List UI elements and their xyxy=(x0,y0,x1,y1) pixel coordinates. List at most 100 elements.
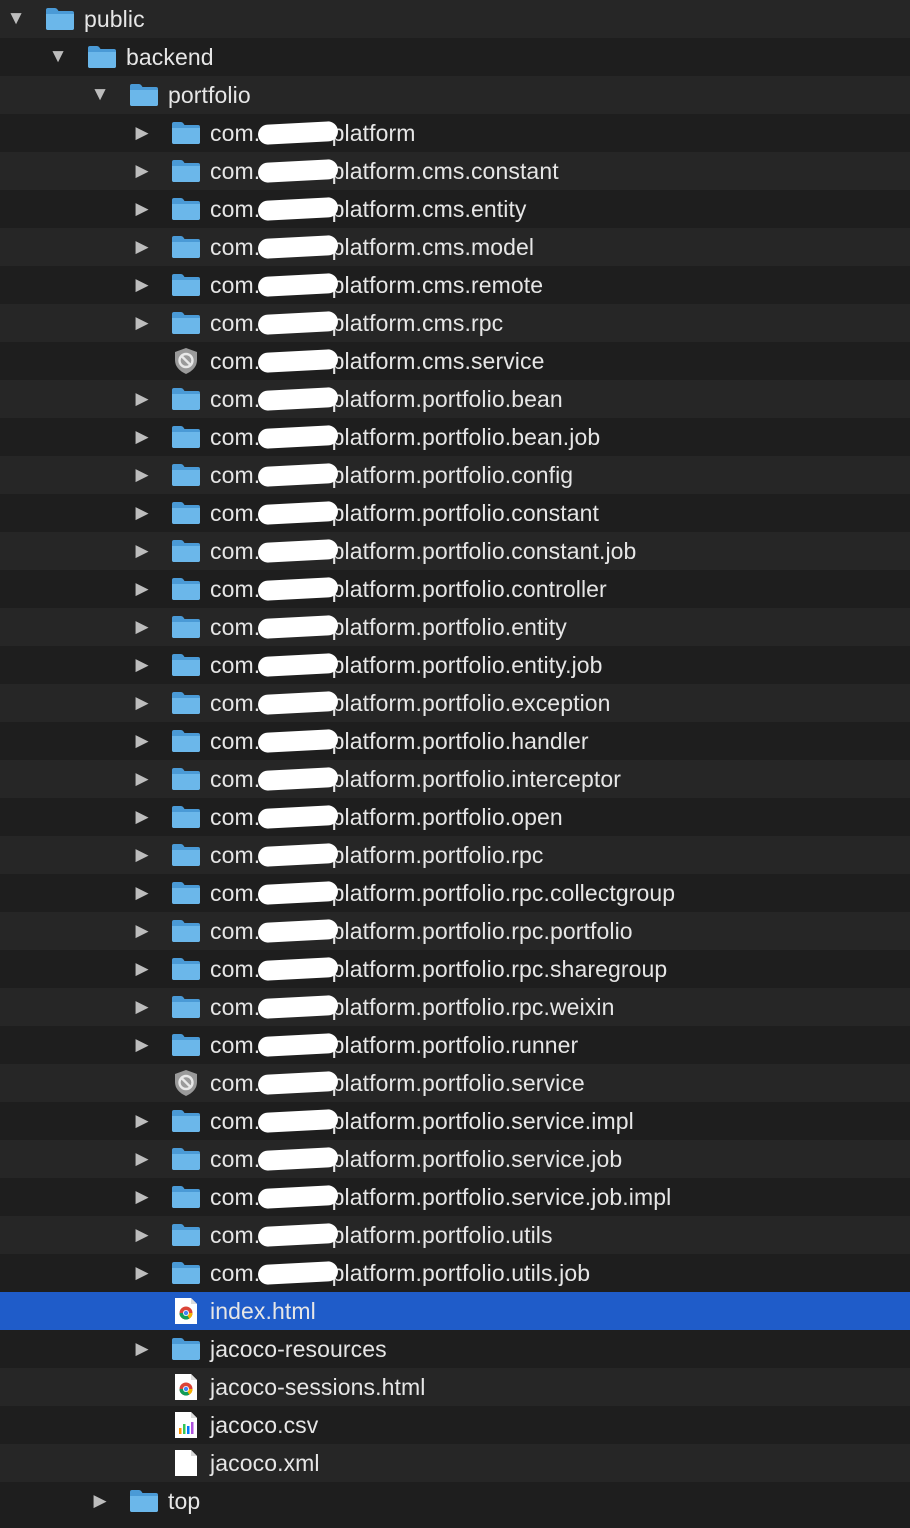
disclosure-collapsed-icon[interactable]: ▶ xyxy=(130,1026,154,1064)
disclosure-collapsed-icon[interactable]: ▶ xyxy=(130,836,154,874)
tree-row-folder[interactable]: ▶ com. .platform.cms.remote xyxy=(0,266,910,304)
redaction-mark xyxy=(257,386,339,412)
tree-row-folder[interactable]: ▶ com. .platform.portfolio.service.impl xyxy=(0,1102,910,1140)
tree-row-folder[interactable]: ▼ portfolio xyxy=(0,76,910,114)
redaction-mark xyxy=(257,728,339,754)
redaction-mark xyxy=(257,842,339,868)
tree-row-folder[interactable]: ▶ com. .platform.portfolio.utils.job xyxy=(0,1254,910,1292)
tree-row-folder[interactable]: ▶ jacoco-resources xyxy=(0,1330,910,1368)
redaction-mark xyxy=(257,158,339,184)
tree-row-folder[interactable]: ▶ com. .platform.portfolio.rpc xyxy=(0,836,910,874)
tree-row-folder[interactable]: ▶ com. .platform.cms.model xyxy=(0,228,910,266)
folder-icon xyxy=(171,722,201,760)
disclosure-collapsed-icon[interactable]: ▶ xyxy=(130,798,154,836)
tree-row-folder[interactable]: ▶ com. .platform.portfolio.bean.job xyxy=(0,418,910,456)
disclosure-collapsed-icon[interactable]: ▶ xyxy=(130,380,154,418)
disclosure-collapsed-icon[interactable]: ▶ xyxy=(130,228,154,266)
folder-icon xyxy=(171,114,201,152)
disclosure-collapsed-icon[interactable]: ▶ xyxy=(130,152,154,190)
disclosure-collapsed-icon[interactable]: ▶ xyxy=(130,1216,154,1254)
folder-icon xyxy=(171,494,201,532)
folder-icon xyxy=(45,0,75,38)
redaction-mark xyxy=(257,576,339,602)
disclosure-collapsed-icon[interactable]: ▶ xyxy=(130,532,154,570)
tree-row-file[interactable]: com. .platform.portfolio.service xyxy=(0,1064,910,1102)
tree-row-folder[interactable]: ▶ com. .platform.portfolio.rpc.collectgro… xyxy=(0,874,910,912)
tree-row-file[interactable]: index.html xyxy=(0,1292,910,1330)
tree-row-file[interactable]: jacoco.xml xyxy=(0,1444,910,1482)
folder-icon xyxy=(171,304,201,342)
disclosure-collapsed-icon[interactable]: ▶ xyxy=(130,988,154,1026)
disclosure-expanded-icon[interactable]: ▼ xyxy=(46,38,70,76)
disclosure-collapsed-icon[interactable]: ▶ xyxy=(88,1482,112,1520)
tree-row-label: jacoco.csv xyxy=(210,1412,319,1438)
disclosure-expanded-icon[interactable]: ▼ xyxy=(88,76,112,114)
tree-row-folder[interactable]: ▶ com. .platform.portfolio.service.job xyxy=(0,1140,910,1178)
disclosure-collapsed-icon[interactable]: ▶ xyxy=(130,646,154,684)
redaction-mark xyxy=(257,424,339,450)
tree-row-folder[interactable]: ▶ com. .platform.portfolio.utils xyxy=(0,1216,910,1254)
tree-row-folder[interactable]: ▶ com. .platform.portfolio.constant.job xyxy=(0,532,910,570)
chrome-html-file-icon xyxy=(171,1368,201,1406)
tree-row-folder[interactable]: ▶ com. .platform.portfolio.entity xyxy=(0,608,910,646)
tree-row-folder[interactable]: ▶ com. .platform.portfolio.constant xyxy=(0,494,910,532)
disclosure-collapsed-icon[interactable]: ▶ xyxy=(130,570,154,608)
tree-row-folder[interactable]: ▶ com. .platform xyxy=(0,114,910,152)
tree-row-folder[interactable]: ▶ com. .platform.portfolio.rpc.sharegroup xyxy=(0,950,910,988)
disclosure-collapsed-icon[interactable]: ▶ xyxy=(130,874,154,912)
disclosure-collapsed-icon[interactable]: ▶ xyxy=(130,1102,154,1140)
tree-row-file[interactable]: jacoco-sessions.html xyxy=(0,1368,910,1406)
tree-row-folder[interactable]: ▶ com. .platform.portfolio.entity.job xyxy=(0,646,910,684)
tree-row-folder[interactable]: ▶ com. .platform.portfolio.service.job.im… xyxy=(0,1178,910,1216)
disclosure-collapsed-icon[interactable]: ▶ xyxy=(130,418,154,456)
folder-icon xyxy=(129,76,159,114)
disclosure-collapsed-icon[interactable]: ▶ xyxy=(130,1254,154,1292)
disclosure-collapsed-icon[interactable]: ▶ xyxy=(130,114,154,152)
restricted-folder-icon xyxy=(171,1064,201,1102)
tree-row-folder[interactable]: ▶ com. .platform.portfolio.exception xyxy=(0,684,910,722)
tree-row-folder[interactable]: ▶ com. .platform.portfolio.rpc.weixin xyxy=(0,988,910,1026)
disclosure-collapsed-icon[interactable]: ▶ xyxy=(130,304,154,342)
disclosure-collapsed-icon[interactable]: ▶ xyxy=(130,722,154,760)
disclosure-collapsed-icon[interactable]: ▶ xyxy=(130,912,154,950)
disclosure-collapsed-icon[interactable]: ▶ xyxy=(130,494,154,532)
disclosure-expanded-icon[interactable]: ▼ xyxy=(4,0,28,38)
folder-icon xyxy=(171,190,201,228)
tree-row-file[interactable]: jacoco.csv xyxy=(0,1406,910,1444)
folder-icon xyxy=(171,532,201,570)
redaction-mark xyxy=(257,994,339,1020)
tree-row-folder[interactable]: ▶ com. .platform.cms.constant xyxy=(0,152,910,190)
tree-row-folder[interactable]: ▶ com. .platform.portfolio.rpc.portfolio xyxy=(0,912,910,950)
tree-row-folder[interactable]: ▶ com. .platform.portfolio.interceptor xyxy=(0,760,910,798)
redaction-mark xyxy=(257,918,339,944)
disclosure-collapsed-icon[interactable]: ▶ xyxy=(130,456,154,494)
tree-row-folder[interactable]: ▶ com. .platform.portfolio.open xyxy=(0,798,910,836)
disclosure-collapsed-icon[interactable]: ▶ xyxy=(130,1330,154,1368)
disclosure-collapsed-icon[interactable]: ▶ xyxy=(130,950,154,988)
disclosure-collapsed-icon[interactable]: ▶ xyxy=(130,1178,154,1216)
tree-row-folder[interactable]: ▶ com. .platform.cms.entity xyxy=(0,190,910,228)
tree-row-folder[interactable]: ▶ com. .platform.cms.rpc xyxy=(0,304,910,342)
tree-row-folder[interactable]: ▶ top xyxy=(0,1482,910,1520)
folder-icon xyxy=(171,1330,201,1368)
tree-row-folder[interactable]: ▼ backend xyxy=(0,38,910,76)
disclosure-collapsed-icon[interactable]: ▶ xyxy=(130,266,154,304)
redaction-mark xyxy=(257,1032,339,1058)
tree-row-folder[interactable]: ▶ com. .platform.portfolio.config xyxy=(0,456,910,494)
tree-row-file[interactable]: com. .platform.cms.service xyxy=(0,342,910,380)
disclosure-collapsed-icon[interactable]: ▶ xyxy=(130,1140,154,1178)
tree-row-folder[interactable]: ▶ com. .platform.portfolio.handler xyxy=(0,722,910,760)
disclosure-collapsed-icon[interactable]: ▶ xyxy=(130,608,154,646)
tree-row-folder[interactable]: ▶ com. .platform.portfolio.runner xyxy=(0,1026,910,1064)
folder-icon xyxy=(171,836,201,874)
csv-file-icon xyxy=(171,1406,201,1444)
tree-row-label: top xyxy=(168,1488,201,1514)
disclosure-collapsed-icon[interactable]: ▶ xyxy=(130,760,154,798)
tree-row-folder[interactable]: ▶ com. .platform.portfolio.bean xyxy=(0,380,910,418)
folder-icon xyxy=(171,380,201,418)
tree-row-folder[interactable]: ▼ public xyxy=(0,0,910,38)
disclosure-collapsed-icon[interactable]: ▶ xyxy=(130,684,154,722)
disclosure-collapsed-icon[interactable]: ▶ xyxy=(130,190,154,228)
file-tree: ▼ public ▼ backend ▼ portfolio ▶ com. .platform… xyxy=(0,0,910,1520)
tree-row-folder[interactable]: ▶ com. .platform.portfolio.controller xyxy=(0,570,910,608)
